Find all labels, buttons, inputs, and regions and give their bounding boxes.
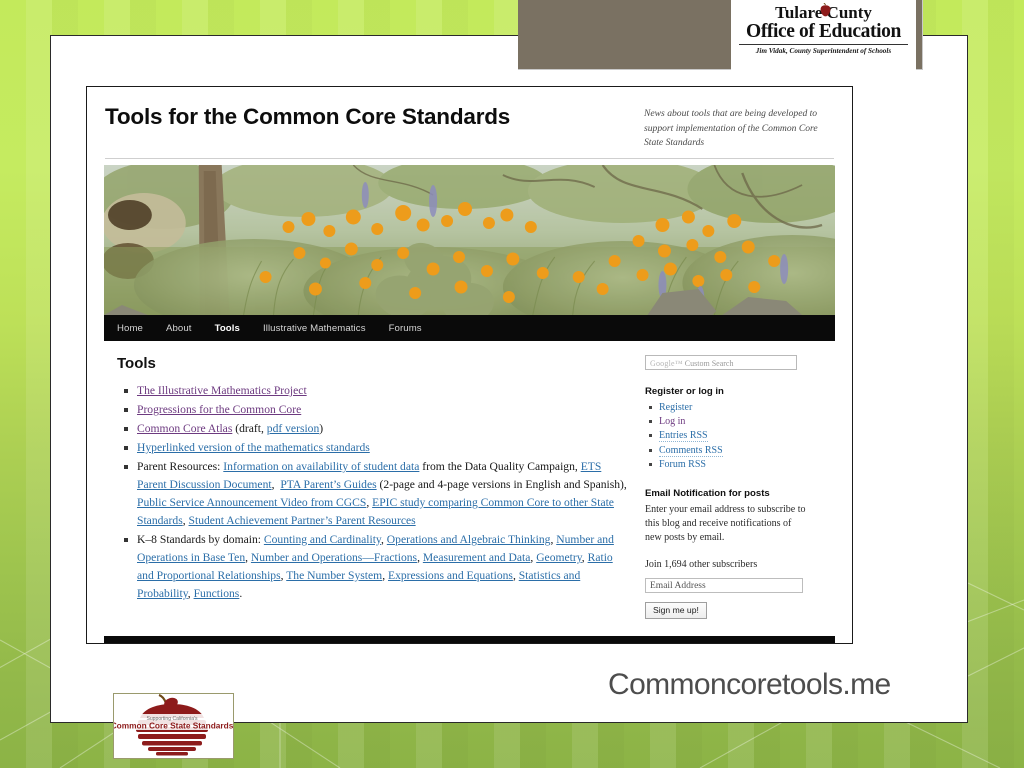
apple-icon: Supporting California's Common Core Stat… — [114, 694, 233, 756]
content-link[interactable]: Progressions for the Common Core — [137, 403, 301, 416]
register-link-list: Register Log in Entries RSS Comments RSS… — [645, 401, 807, 472]
content-link[interactable]: Counting and Cardinality — [264, 533, 381, 546]
content-link[interactable]: Measurement and Data — [423, 551, 531, 564]
static-text: ) — [319, 421, 324, 435]
tcoe-divider — [739, 43, 908, 45]
content-link[interactable]: pdf version — [267, 422, 319, 435]
tcoe-line-2: Office of Education — [746, 20, 901, 42]
static-text: , — [271, 477, 281, 491]
list-item[interactable]: Forum RSS — [649, 458, 807, 472]
content-link[interactable]: Functions — [194, 587, 240, 600]
list-item: Parent Resources: Information on availab… — [124, 458, 629, 530]
search-input[interactable]: Google™ Custom Search — [645, 355, 797, 370]
email-field[interactable]: Email Address — [645, 577, 803, 593]
site-masthead: Tools for the Common Core Standards News… — [87, 87, 852, 165]
sidebar-link-forum-rss[interactable]: Forum RSS — [659, 459, 706, 470]
google-brand-label: Google™ — [650, 359, 683, 368]
static-text: from the Data Quality Campaign, — [419, 459, 581, 473]
content-link[interactable]: The Number System — [286, 569, 382, 582]
content-link[interactable]: Hyperlinked version of the mathematics s… — [137, 441, 370, 454]
list-item: Progressions for the Common Core — [124, 401, 629, 419]
slide-content-card: Tools for the Common Core Standards News… — [50, 35, 968, 759]
site-tagline: News about tools that are being develope… — [644, 108, 818, 149]
masthead-divider — [105, 158, 834, 159]
content-link[interactable]: Geometry — [536, 551, 582, 564]
list-item[interactable]: Register — [649, 401, 807, 415]
nav-item-about[interactable]: About — [166, 323, 192, 334]
subscriber-count: Join 1,694 other subscribers — [645, 558, 758, 570]
sidebar: Google™ Custom Search Register or log in… — [629, 355, 807, 620]
list-item: Hyperlinked version of the mathematics s… — [124, 439, 629, 457]
ccss-title-text: Common Core State Standards — [114, 721, 233, 731]
email-notification-description: Enter your email address to subscribe to… — [645, 503, 806, 544]
tcoe-logo-plate: Tulare Cunty Office of Education Jim Vid… — [731, 0, 916, 70]
tcoe-logo-overlay: Tulare Cunty Office of Education Jim Vid… — [518, 0, 923, 70]
nav-item-forums[interactable]: Forums — [389, 323, 422, 334]
website-screenshot: Tools for the Common Core Standards News… — [86, 86, 853, 644]
static-text: . — [239, 586, 243, 600]
static-text: (draft, — [232, 421, 267, 435]
list-item[interactable]: Comments RSS — [649, 444, 807, 458]
list-item[interactable]: Entries RSS — [649, 429, 807, 443]
sidebar-link-comments-rss[interactable]: Comments RSS — [659, 444, 723, 457]
nav-item-illustrative-mathematics[interactable]: Illustrative Mathematics — [263, 323, 366, 334]
ccss-logo: Supporting California's Common Core Stat… — [113, 693, 234, 759]
sidebar-link-entries-rss[interactable]: Entries RSS — [659, 430, 708, 443]
main-column: Tools The Illustrative Mathematics Proje… — [104, 355, 629, 619]
content-link[interactable]: PTA Parent’s Guides — [280, 478, 376, 491]
static-text: K–8 Standards by domain: — [137, 532, 264, 546]
email-notification-heading: Email Notification for posts — [645, 487, 770, 499]
header-banner-image — [104, 165, 835, 315]
content-link[interactable]: Operations and Algebraic Thinking — [387, 533, 551, 546]
site-navigation[interactable]: Home About Tools Illustrative Mathematic… — [104, 315, 835, 341]
list-item: K–8 Standards by domain: Counting and Ca… — [124, 531, 629, 603]
screenshot-footer-bar — [104, 636, 835, 643]
content-link[interactable]: Expressions and Equations — [388, 569, 513, 582]
sidebar-link-log-in[interactable]: Log in — [659, 416, 685, 427]
list-item: The Illustrative Mathematics Project — [124, 382, 629, 400]
static-text: Parent Resources: — [137, 459, 224, 473]
presentation-slide: Tools for the Common Core Standards News… — [0, 0, 1024, 768]
list-item: Common Core Atlas (draft, pdf version) — [124, 420, 629, 438]
content-link[interactable]: Number and Operations—Fractions — [251, 551, 417, 564]
content-link[interactable]: The Illustrative Mathematics Project — [137, 384, 307, 397]
site-wordmark: Commoncoretools.me — [608, 668, 891, 701]
tcoe-line-3: Jim Vidak, County Superintendent of Scho… — [755, 46, 892, 55]
nav-item-home[interactable]: Home — [117, 323, 143, 334]
page-title: Tools — [117, 355, 156, 372]
register-heading: Register or log in — [645, 386, 724, 397]
static-text: (2-page and 4-page versions in English a… — [376, 477, 627, 491]
sidebar-link-register[interactable]: Register — [659, 402, 692, 413]
content-link[interactable]: Information on availability of student d… — [223, 460, 419, 473]
content-link[interactable]: Student Achievement Partner’s Parent Res… — [189, 514, 416, 527]
nav-item-tools[interactable]: Tools — [215, 323, 240, 334]
apple-icon — [820, 3, 831, 17]
search-placeholder-label: Custom Search — [684, 359, 734, 368]
poppy-field-illustration — [104, 165, 835, 315]
list-item[interactable]: Log in — [649, 415, 807, 429]
content-link[interactable]: Public Service Announcement Video from C… — [137, 496, 366, 509]
site-body: Tools The Illustrative Mathematics Proje… — [87, 341, 852, 620]
content-link[interactable]: Common Core Atlas — [137, 422, 232, 435]
sign-me-up-button[interactable]: Sign me up! — [645, 601, 707, 620]
tools-link-list: The Illustrative Mathematics Project Prog… — [117, 382, 629, 603]
